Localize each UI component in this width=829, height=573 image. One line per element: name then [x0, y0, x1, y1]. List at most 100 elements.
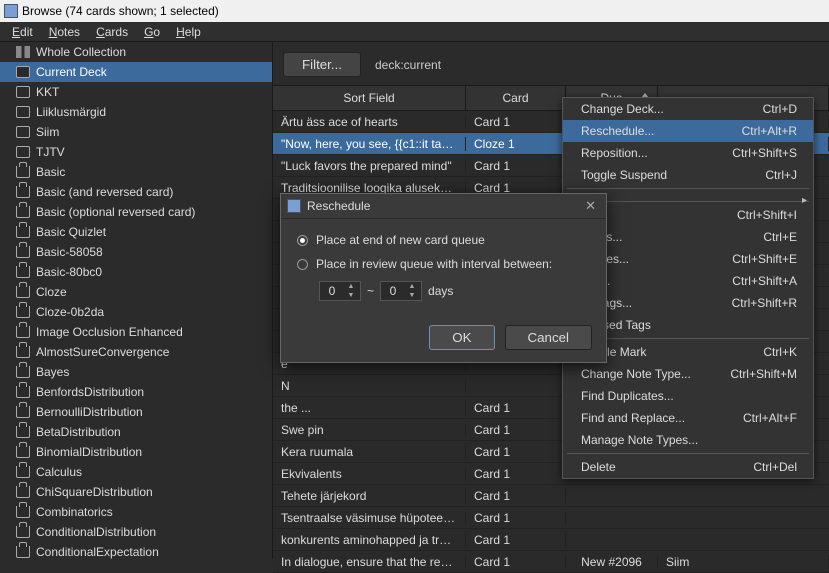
sidebar-item[interactable]: Calculus [0, 462, 272, 482]
notetype-icon [16, 366, 30, 378]
ok-button[interactable]: OK [429, 325, 494, 350]
cell-deck: Siim [658, 555, 829, 569]
menu-item[interactable]: Manage Note Types... [563, 429, 813, 451]
sidebar-item[interactable]: Basic [0, 162, 272, 182]
menu-item[interactable]: Change Note Type...Ctrl+Shift+M [563, 363, 813, 385]
menu-item[interactable]: Find Duplicates... [563, 385, 813, 407]
cell-card: Card 1 [466, 533, 566, 547]
sidebar-item[interactable]: Whole Collection [0, 42, 272, 62]
interval-min-spinner[interactable]: ▲▼ [319, 281, 361, 301]
sidebar-item[interactable]: Cloze-0b2da [0, 302, 272, 322]
menu-item[interactable]: DeleteCtrl+Del [563, 456, 813, 478]
sidebar-item[interactable]: Current Deck [0, 62, 272, 82]
cell-sort: N [273, 379, 466, 393]
cell-card: Card 1 [466, 467, 566, 481]
sidebar-item[interactable]: Basic-58058 [0, 242, 272, 262]
sidebar-item[interactable]: Cloze [0, 282, 272, 302]
radio-icon[interactable] [297, 259, 308, 270]
notetype-icon [16, 266, 30, 278]
collection-icon [16, 46, 30, 58]
cell-sort: "Luck favors the prepared mind" [273, 159, 466, 173]
option-review-queue[interactable]: Place in review queue with interval betw… [297, 257, 590, 271]
cell-card: Cloze 1 [466, 137, 566, 151]
sidebar-item[interactable]: BinomialDistribution [0, 442, 272, 462]
sidebar-item[interactable]: Siim [0, 122, 272, 142]
search-input[interactable]: deck:current [371, 58, 441, 72]
deck-icon [16, 66, 30, 78]
sidebar-item[interactable]: Liiklusmärgid [0, 102, 272, 122]
sidebar-item[interactable]: Combinatorics [0, 502, 272, 522]
notetype-icon [16, 246, 30, 258]
sidebar-item[interactable]: KKT [0, 82, 272, 102]
sidebar-item-label: ConditionalDistribution [36, 525, 156, 539]
notetype-icon [16, 186, 30, 198]
menu-edit[interactable]: Edit [4, 23, 41, 41]
sidebar-item-label: Basic-58058 [36, 245, 103, 259]
notetype-icon [16, 506, 30, 518]
menu-notes[interactable]: Notes [41, 23, 88, 41]
chevron-down-icon[interactable]: ▼ [405, 291, 419, 300]
dialog-titlebar: Reschedule ✕ [281, 194, 606, 219]
sidebar-item-label: Calculus [36, 465, 82, 479]
sidebar-item-label: Basic [36, 165, 65, 179]
cell-due: New #2096 [566, 555, 658, 569]
chevron-up-icon[interactable]: ▲ [344, 282, 358, 291]
sidebar-item-label: BenfordsDistribution [36, 385, 144, 399]
menu-item[interactable]: Toggle SuspendCtrl+J [563, 164, 813, 186]
chevron-down-icon[interactable]: ▼ [344, 291, 358, 300]
close-icon[interactable]: ✕ [581, 198, 600, 214]
sidebar-item[interactable]: Basic-80bc0 [0, 262, 272, 282]
filter-button[interactable]: Filter... [283, 52, 361, 77]
sidebar-item[interactable]: Basic (optional reversed card) [0, 202, 272, 222]
radio-icon[interactable] [297, 235, 308, 246]
sidebar-item[interactable]: AlmostSureConvergence [0, 342, 272, 362]
toolbar: Filter... deck:current [273, 42, 829, 85]
interval-min-input[interactable] [320, 284, 344, 298]
cell-card: Card 1 [466, 401, 566, 415]
sidebar-item[interactable]: BenfordsDistribution [0, 382, 272, 402]
sidebar-item[interactable]: Bayes [0, 362, 272, 382]
sidebar-item-label: BetaDistribution [36, 425, 121, 439]
sidebar-item[interactable]: ConditionalDistribution [0, 522, 272, 542]
sidebar-item[interactable]: BetaDistribution [0, 422, 272, 442]
sidebar-item[interactable]: Basic Quizlet [0, 222, 272, 242]
menu-item[interactable]: Reposition...Ctrl+Shift+S [563, 142, 813, 164]
cancel-button[interactable]: Cancel [505, 325, 593, 350]
cell-card: Card 1 [466, 555, 566, 569]
sidebar-item[interactable]: BernoulliDistribution [0, 402, 272, 422]
cell-card: Card 1 [466, 489, 566, 503]
sidebar-item-label: KKT [36, 85, 59, 99]
menu-item[interactable]: Reschedule...Ctrl+Alt+R [563, 120, 813, 142]
deck-icon [16, 146, 30, 158]
menu-help[interactable]: Help [168, 23, 209, 41]
menu-item[interactable]: Find and Replace...Ctrl+Alt+F [563, 407, 813, 429]
table-row[interactable]: konkurents aminohapped ja trüpt...Card 1 [273, 529, 829, 551]
sidebar-item[interactable]: ConditionalExpectation [0, 542, 272, 559]
sidebar-item[interactable]: Basic (and reversed card) [0, 182, 272, 202]
notetype-icon [16, 466, 30, 478]
cell-card: Card 1 [466, 159, 566, 173]
chevron-up-icon[interactable]: ▲ [405, 282, 419, 291]
sidebar-item[interactable]: Image Occlusion Enhanced [0, 322, 272, 342]
header-sortfield[interactable]: Sort Field [273, 86, 466, 110]
header-card[interactable]: Card [466, 86, 566, 110]
window-titlebar: Browse (74 cards shown; 1 selected) [0, 0, 829, 22]
sidebar-item-label: Basic-80bc0 [36, 265, 102, 279]
menu-go[interactable]: Go [136, 23, 168, 41]
option-end-of-queue[interactable]: Place at end of new card queue [297, 233, 590, 247]
sidebar-item[interactable]: ChiSquareDistribution [0, 482, 272, 502]
table-row[interactable]: Tsentraalse väsimuse hüpotees sp...Card … [273, 507, 829, 529]
interval-max-input[interactable] [381, 284, 405, 298]
menu-cards[interactable]: Cards [88, 23, 136, 41]
interval-max-spinner[interactable]: ▲▼ [380, 281, 422, 301]
sidebar: Whole CollectionCurrent Deck KKT Liiklusmä… [0, 42, 273, 559]
menu-item[interactable]: Change Deck...Ctrl+D [563, 98, 813, 120]
sidebar-item-label: BernoulliDistribution [36, 405, 143, 419]
sidebar-item[interactable]: TJTV [0, 142, 272, 162]
sidebar-item-label: ConditionalExpectation [36, 545, 159, 559]
notetype-icon [16, 426, 30, 438]
table-row[interactable]: In dialogue, ensure that the reade...Car… [273, 551, 829, 573]
cell-card: Card 1 [466, 423, 566, 437]
cell-sort: "Now, here, you see, {{c1::it takes ... [273, 137, 466, 151]
table-row[interactable]: Tehete järjekordCard 1 [273, 485, 829, 507]
